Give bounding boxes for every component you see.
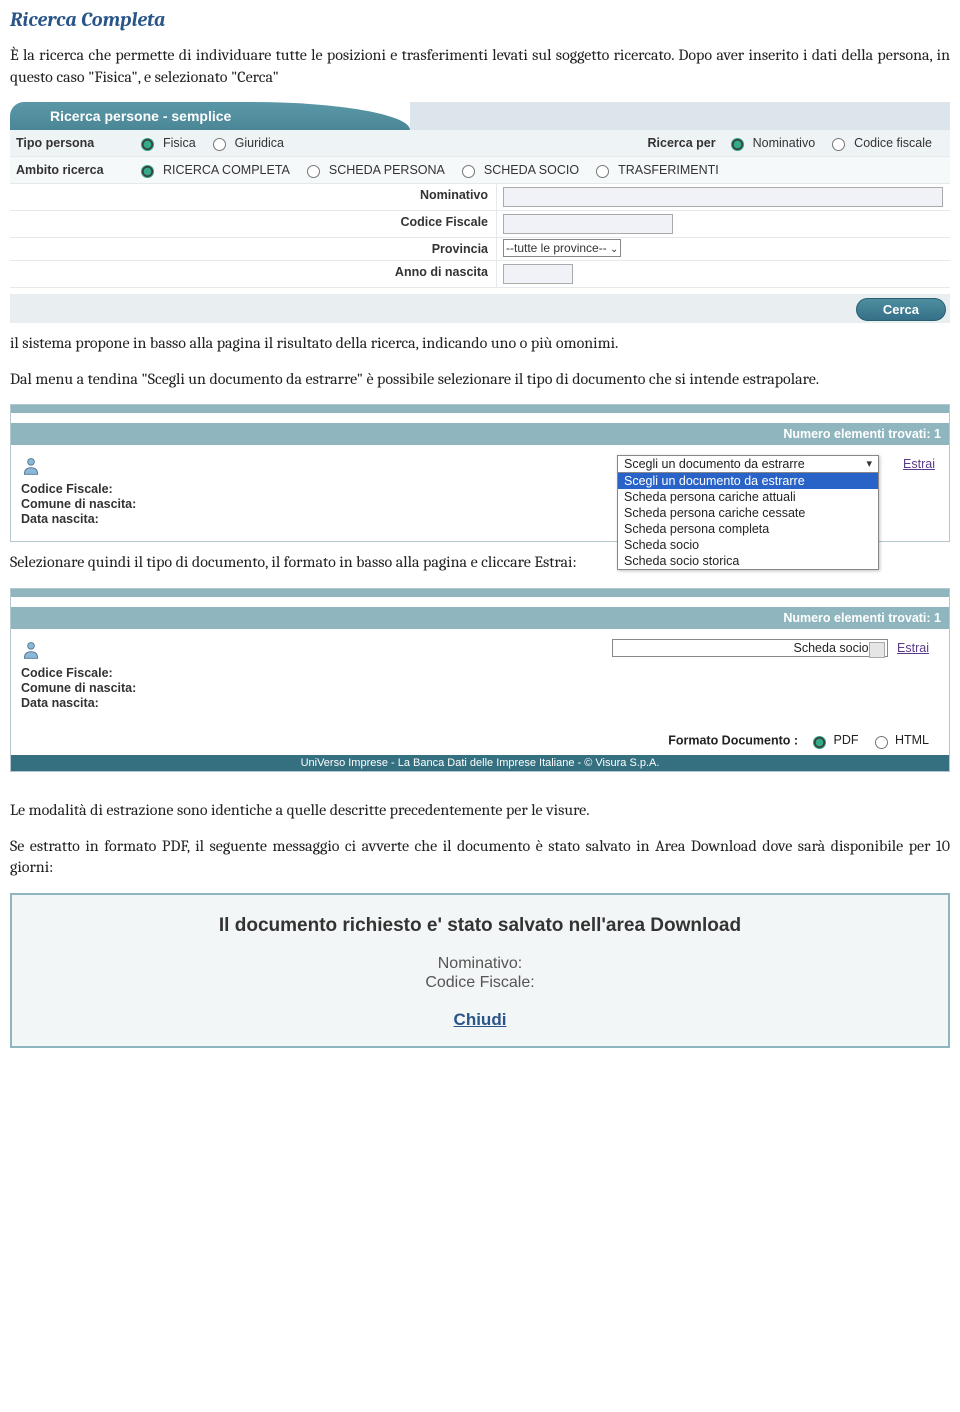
estrai-link[interactable]: Estrai <box>897 641 929 655</box>
dropdown-option[interactable]: Scheda socio storica <box>618 553 878 569</box>
comune-display-label: Comune di nascita: <box>21 497 371 511</box>
tipo-fisica-radio[interactable] <box>141 138 154 151</box>
paragraph: È la ricerca che permette di individuare… <box>10 45 950 88</box>
ambito-label: Ambito ricerca <box>16 163 136 177</box>
document-type-dropdown-open[interactable]: Scegli un documento da estrarre Scegli u… <box>617 455 879 570</box>
provincia-select[interactable]: --tutte le province-- ⌄ <box>503 239 621 257</box>
paragraph: Se estratto in formato PDF, il seguente … <box>10 836 950 879</box>
app-footer: UniVerso Imprese - La Banca Dati delle I… <box>11 755 949 771</box>
nominativo-input[interactable] <box>503 187 943 207</box>
cf-input[interactable] <box>503 214 673 234</box>
tipo-giuridica-radio[interactable] <box>213 138 226 151</box>
results-count-header: Numero elementi trovati: 1 <box>11 607 949 629</box>
formato-pdf-label: PDF <box>833 733 858 747</box>
nominativo-label: Nominativo <box>10 184 497 210</box>
download-confirmation-box: Il documento richiesto e' stato salvato … <box>10 893 950 1048</box>
cf-display-label: Codice Fiscale: <box>21 482 371 496</box>
anno-label: Anno di nascita <box>10 261 497 287</box>
download-nominativo: Nominativo: <box>52 955 908 973</box>
comune-display-label: Comune di nascita: <box>21 681 371 695</box>
ricerca-per-label: Ricerca per <box>648 136 716 150</box>
estrai-link[interactable]: Estrai <box>903 457 935 471</box>
section-title: Ricerca Completa <box>10 8 950 31</box>
cf-display-label: Codice Fiscale: <box>21 666 371 680</box>
results-panel-closed-dropdown: Numero elementi trovati: 1 Codice Fiscal… <box>10 588 950 772</box>
dropdown-option[interactable]: Scheda persona cariche attuali <box>618 489 878 505</box>
dropdown-option[interactable]: Scheda persona cariche cessate <box>618 505 878 521</box>
chevron-down-icon: ⌄ <box>873 643 881 654</box>
chiudi-button[interactable]: Chiudi <box>52 1010 908 1030</box>
ambito-completa-radio[interactable] <box>141 165 154 178</box>
search-form-panel: Ricerca persone - semplice Tipo persona … <box>10 102 950 323</box>
formato-html-radio[interactable] <box>875 736 888 749</box>
ambito-completa-label: RICERCA COMPLETA <box>163 163 290 177</box>
ambito-trasf-radio[interactable] <box>596 165 609 178</box>
ricerca-per-nominativo-radio[interactable] <box>731 138 744 151</box>
dropdown-option[interactable]: Scheda persona completa <box>618 521 878 537</box>
ambito-socio-label: SCHEDA SOCIO <box>484 163 579 177</box>
provincia-label: Provincia <box>10 238 497 260</box>
tipo-giuridica-label: Giuridica <box>235 136 284 150</box>
ambito-trasf-label: TRASFERIMENTI <box>618 163 719 177</box>
person-icon <box>21 639 371 664</box>
tipo-persona-label: Tipo persona <box>16 136 136 150</box>
paragraph: Dal menu a tendina "Scegli un documento … <box>10 369 950 391</box>
data-display-label: Data nascita: <box>21 696 371 710</box>
formato-pdf-radio[interactable] <box>813 736 826 749</box>
document-type-select[interactable]: Scheda socio ⌄ <box>612 639 888 657</box>
cf-label: Codice Fiscale <box>10 211 497 237</box>
paragraph: il sistema propone in basso alla pagina … <box>10 333 950 355</box>
dropdown-option[interactable]: Scheda socio <box>618 537 878 553</box>
download-cf: Codice Fiscale: <box>52 974 908 992</box>
anno-input[interactable] <box>503 264 573 284</box>
ambito-scheda-radio[interactable] <box>307 165 320 178</box>
formato-html-label: HTML <box>895 733 929 747</box>
download-title: Il documento richiesto e' stato salvato … <box>52 915 908 937</box>
dropdown-selected[interactable]: Scegli un documento da estrarre <box>618 456 878 473</box>
tipo-fisica-label: Fisica <box>163 136 196 150</box>
ricerca-per-cf-radio[interactable] <box>832 138 845 151</box>
ricerca-per-cf-label: Codice fiscale <box>854 136 932 150</box>
results-count-header: Numero elementi trovati: 1 <box>11 423 949 445</box>
cerca-button[interactable]: Cerca <box>856 298 946 321</box>
ambito-socio-radio[interactable] <box>462 165 475 178</box>
results-panel-open-dropdown: Numero elementi trovati: 1 Codice Fiscal… <box>10 404 950 542</box>
chevron-down-icon: ⌄ <box>610 244 618 255</box>
paragraph: Le modalità di estrazione sono identiche… <box>10 800 950 822</box>
ambito-scheda-label: SCHEDA PERSONA <box>329 163 445 177</box>
data-display-label: Data nascita: <box>21 512 371 526</box>
dropdown-option[interactable]: Scegli un documento da estrarre <box>618 473 878 489</box>
ricerca-per-nominativo-label: Nominativo <box>753 136 816 150</box>
person-icon <box>21 455 371 480</box>
tab-title: Ricerca persone - semplice <box>10 102 410 130</box>
formato-label: Formato Documento : <box>668 733 798 747</box>
